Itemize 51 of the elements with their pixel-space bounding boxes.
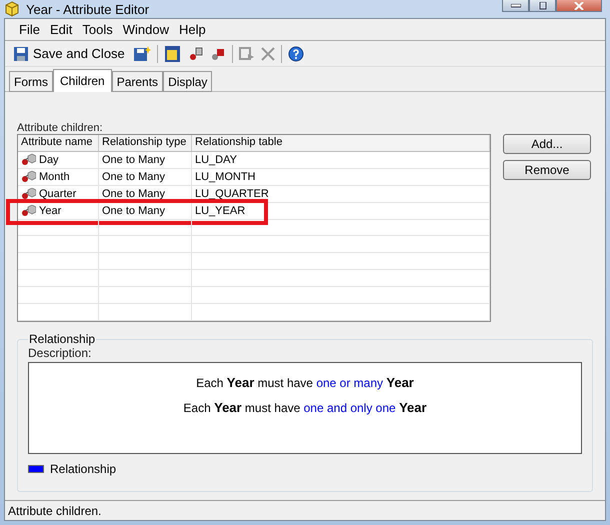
status-bar: Attribute children. xyxy=(5,500,605,520)
table-cell: Day xyxy=(39,154,59,166)
table-cell: Quarter xyxy=(39,188,76,200)
tab[interactable]: Forms xyxy=(9,71,53,92)
column-header[interactable]: Relationship table xyxy=(192,135,490,151)
menu-item[interactable]: Help xyxy=(174,22,210,37)
attribute-icon xyxy=(21,204,36,217)
save-new-icon[interactable] xyxy=(132,46,151,62)
minimize-icon xyxy=(510,4,520,8)
table-cell: LU_YEAR xyxy=(195,204,246,217)
window-title: Year - Attribute Editor xyxy=(26,2,150,16)
tab[interactable]: Display xyxy=(163,71,212,92)
description-sentence: Each Year must have one or many Year xyxy=(196,375,414,390)
legend-swatch xyxy=(28,465,44,473)
close-button[interactable] xyxy=(556,0,602,12)
attribute-icon xyxy=(21,154,36,166)
description-label: Description: xyxy=(28,346,92,360)
action-button[interactable]: Remove xyxy=(503,160,591,180)
children-label: Attribute children: xyxy=(17,122,104,134)
table-cell: LU_MONTH xyxy=(195,170,256,183)
menu-item[interactable]: Window xyxy=(118,22,173,37)
tab[interactable]: Parents xyxy=(112,71,164,92)
group-title: Relationship xyxy=(28,332,96,346)
maximize-icon xyxy=(538,2,546,10)
tab[interactable]: Children xyxy=(53,69,112,92)
column-header[interactable]: Relationship type xyxy=(99,135,192,151)
menu-item[interactable]: Edit xyxy=(46,22,76,37)
table-cell: Month xyxy=(39,170,70,183)
close-icon xyxy=(574,2,584,10)
menu-item[interactable]: File xyxy=(15,22,44,37)
minimize-button[interactable] xyxy=(502,0,529,12)
action-button[interactable]: Add... xyxy=(503,134,591,154)
table-cell: LU_DAY xyxy=(195,154,237,166)
save-and-close-button[interactable]: Save and Close xyxy=(11,44,127,64)
table-cell: One to Many xyxy=(102,188,165,200)
cube-icon xyxy=(4,1,20,17)
table-cell: One to Many xyxy=(102,170,165,183)
column-header[interactable]: Attribute name xyxy=(18,135,99,151)
menu-item[interactable]: Tools xyxy=(78,22,117,37)
table-cell: One to Many xyxy=(102,154,165,166)
help-icon[interactable] xyxy=(288,46,304,62)
new-attribute-icon[interactable] xyxy=(164,44,182,62)
table-cell: LU_QUARTER xyxy=(195,188,269,200)
attribute-icon xyxy=(21,188,36,200)
description-sentence: Each Year must have one and only one Year xyxy=(183,400,427,415)
table-cell: One to Many xyxy=(102,204,165,217)
link-icon[interactable] xyxy=(188,46,204,62)
maximize-button[interactable] xyxy=(529,0,556,12)
table-cell: Year xyxy=(39,204,62,217)
legend-label: Relationship xyxy=(50,462,116,476)
attribute-icon xyxy=(21,170,36,183)
